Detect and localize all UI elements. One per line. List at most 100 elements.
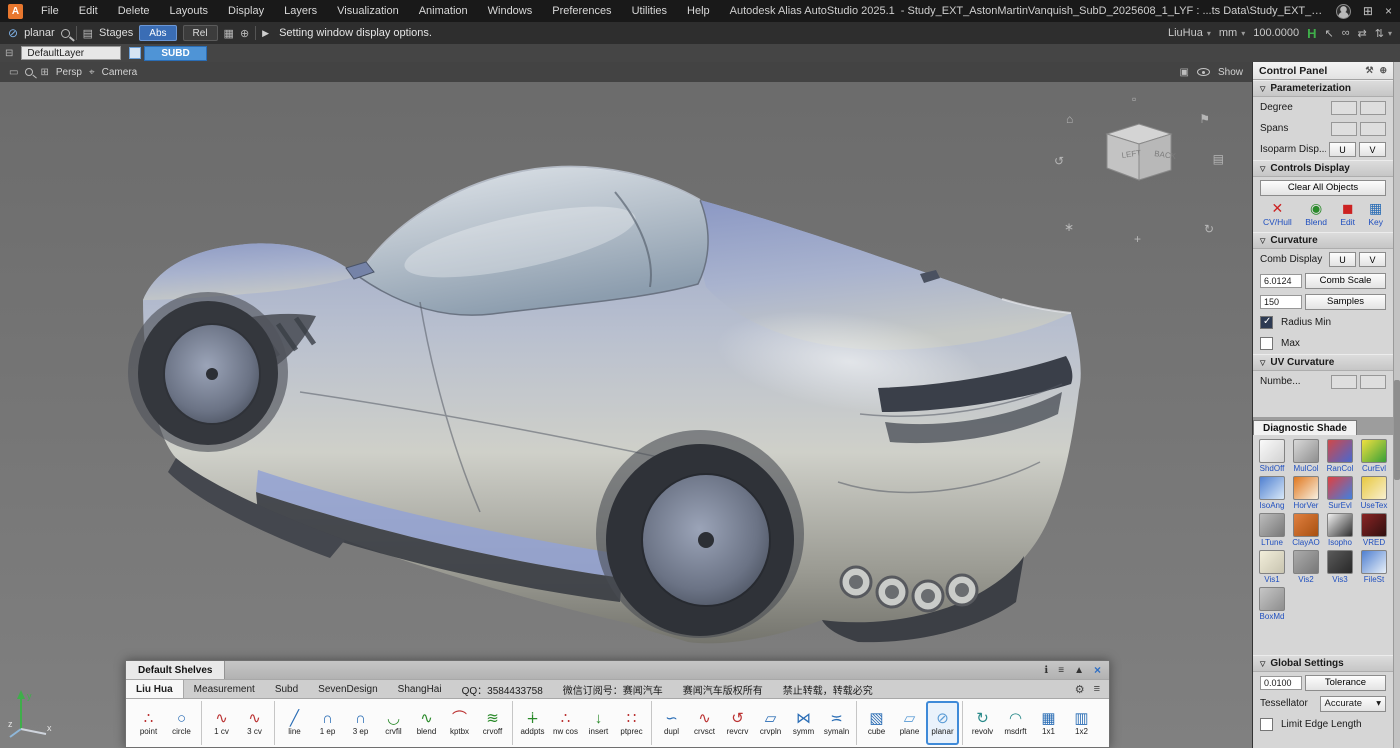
menu-visualization[interactable]: Visualization	[327, 5, 409, 17]
tool-insert[interactable]: ↓ insert	[582, 701, 615, 745]
samples-field[interactable]: 150	[1260, 295, 1302, 309]
tool-nw-cos[interactable]: ∴ nw cos	[549, 701, 582, 745]
viewport-layout-icon[interactable]: ⊞	[40, 67, 48, 78]
tool-revolv[interactable]: ↻ revolv	[966, 701, 999, 745]
section-global-settings[interactable]: ▽ Global Settings	[1253, 655, 1393, 672]
degree-v-field[interactable]	[1360, 101, 1386, 115]
degree-u-field[interactable]	[1331, 101, 1357, 115]
tool-plane[interactable]: ▱ plane	[893, 701, 926, 745]
shade-boxmd-button[interactable]: BoxMd	[1255, 587, 1289, 621]
shade-ltune-button[interactable]: LTune	[1255, 513, 1289, 547]
tolerance-button[interactable]: Tolerance	[1305, 675, 1386, 691]
tool-1-ep[interactable]: ∩ 1 ep	[311, 701, 344, 745]
subd-swatch-icon[interactable]	[129, 47, 141, 59]
tool-3-cv[interactable]: ∿ 3 cv	[238, 701, 271, 745]
viewport-window-icon[interactable]: ▭	[9, 67, 18, 78]
uv-field-1[interactable]	[1331, 375, 1357, 389]
section-parameterization[interactable]: ▽ Parameterization	[1253, 80, 1393, 97]
menu-preferences[interactable]: Preferences	[542, 5, 621, 17]
viewport-camera-label[interactable]: Camera	[102, 67, 138, 78]
link-icon[interactable]: ∞	[1342, 27, 1350, 39]
abs-button[interactable]: Abs	[139, 25, 176, 41]
subd-layer-tab[interactable]: SUBD	[144, 46, 206, 61]
default-layer-tab[interactable]: DefaultLayer	[21, 46, 121, 60]
tool-ptprec[interactable]: ∷ ptprec	[615, 701, 648, 745]
tool-planar[interactable]: ⊘ planar	[926, 701, 959, 745]
shade-filest-button[interactable]: FileSt	[1357, 550, 1391, 584]
camera-icon[interactable]: ⌖	[89, 67, 95, 78]
cv-hull-button[interactable]: ✕ CV/Hull	[1263, 201, 1292, 227]
alias-logo-icon[interactable]: A	[8, 4, 23, 19]
menu-delete[interactable]: Delete	[108, 5, 160, 17]
eye-icon[interactable]	[1197, 68, 1210, 76]
comb-v-button[interactable]: V	[1359, 252, 1386, 267]
section-controls-display[interactable]: ▽ Controls Display	[1253, 160, 1393, 177]
tool-crvpln[interactable]: ▱ crvpln	[754, 701, 787, 745]
section-uv-curvature[interactable]: ▽ UV Curvature	[1253, 354, 1393, 371]
radius-min-checkbox[interactable]	[1260, 316, 1273, 329]
tolerance-field[interactable]: 0.0100	[1260, 676, 1302, 690]
tessellator-select[interactable]: Accurate ▾	[1320, 696, 1387, 712]
tool-3-ep[interactable]: ∩ 3 ep	[344, 701, 377, 745]
shelf-tab-measurement[interactable]: Measurement	[184, 680, 265, 698]
tool-crvsct[interactable]: ∿ crvsct	[688, 701, 721, 745]
tool-1x2[interactable]: ▥ 1x2	[1065, 701, 1098, 745]
pin-icon[interactable]: ⊕	[1379, 65, 1387, 76]
tool-point[interactable]: ∴ point	[132, 701, 165, 745]
panel-scrollbar[interactable]	[1393, 62, 1400, 748]
show-label[interactable]: Show	[1218, 67, 1243, 78]
shade-isoang-button[interactable]: IsoAng	[1255, 476, 1289, 510]
tool-msdrft[interactable]: ◠ msdrft	[999, 701, 1032, 745]
scale-value[interactable]: 100.0000	[1253, 27, 1299, 39]
shelf-tab-subd[interactable]: Subd	[265, 680, 308, 698]
layers-icon[interactable]: ⊟	[5, 48, 13, 59]
search-icon[interactable]	[61, 29, 70, 38]
menu-help[interactable]: Help	[677, 5, 720, 17]
edit-button[interactable]: ◼ Edit	[1340, 201, 1355, 227]
shade-isopho-button[interactable]: Isopho	[1323, 513, 1357, 547]
menu-windows[interactable]: Windows	[478, 5, 543, 17]
cube-lock-icon[interactable]: ▫	[1132, 92, 1136, 106]
tool-crvoff[interactable]: ≋ crvoff	[476, 701, 509, 745]
shelves-window[interactable]: Default Shelves ℹ ≡ ▲ × Liu HuaMeasureme…	[125, 660, 1110, 748]
scrollbar-thumb[interactable]	[1394, 380, 1400, 480]
limit-edge-checkbox[interactable]	[1260, 718, 1273, 731]
menu-layers[interactable]: Layers	[274, 5, 327, 17]
swap-icon[interactable]: ⇄	[1358, 27, 1367, 40]
menu-animation[interactable]: Animation	[409, 5, 478, 17]
rel-button[interactable]: Rel	[183, 25, 218, 41]
view-cube-graphic[interactable]: LEFT BACK	[1054, 106, 1224, 226]
menu-utilities[interactable]: Utilities	[622, 5, 677, 17]
key-button[interactable]: ▦ Key	[1368, 201, 1383, 227]
shade-curevl-button[interactable]: CurEvl	[1357, 439, 1391, 473]
tool-crvfil[interactable]: ◡ crvfil	[377, 701, 410, 745]
menu-display[interactable]: Display	[218, 5, 274, 17]
shelf-tab-shanghai[interactable]: ShangHai	[388, 680, 452, 698]
units-label[interactable]: mm	[1219, 27, 1237, 39]
shade-mulcol-button[interactable]: MulCol	[1289, 439, 1323, 473]
collapse-icon[interactable]: ▲	[1074, 665, 1084, 676]
isoparm-u-button[interactable]: U	[1329, 142, 1356, 157]
menu-icon[interactable]: ≡	[1058, 665, 1064, 676]
samples-button[interactable]: Samples	[1305, 294, 1386, 310]
shade-clayao-button[interactable]: ClayAO	[1289, 513, 1323, 547]
isoparm-v-button[interactable]: V	[1359, 142, 1386, 157]
shade-usetex-button[interactable]: UseTex	[1357, 476, 1391, 510]
comb-scale-field[interactable]: 6.0124	[1260, 274, 1302, 288]
menu-edit[interactable]: Edit	[69, 5, 108, 17]
tool-cube[interactable]: ▧ cube	[860, 701, 893, 745]
shade-vis3-button[interactable]: Vis3	[1323, 550, 1357, 584]
shade-shdoff-button[interactable]: ShdOff	[1255, 439, 1289, 473]
user-avatar-icon[interactable]	[1336, 4, 1351, 19]
tool-dupl[interactable]: ∽ dupl	[655, 701, 688, 745]
frame-icon[interactable]: ▣	[1180, 67, 1189, 78]
shelf-tab-sevendesign[interactable]: SevenDesign	[308, 680, 387, 698]
shade-vred-button[interactable]: VRED	[1357, 513, 1391, 547]
diagnostic-shade-titlebar[interactable]: Diagnostic Shade	[1253, 417, 1393, 435]
viewport-persp-label[interactable]: Persp	[56, 67, 82, 78]
blend-button[interactable]: ◉ Blend	[1305, 201, 1327, 227]
viewport-zoom-icon[interactable]	[25, 68, 33, 76]
shelf-tab-liu-hua[interactable]: Liu Hua	[126, 680, 184, 698]
tool-circle[interactable]: ○ circle	[165, 701, 198, 745]
tool-revcrv[interactable]: ↺ revcrv	[721, 701, 754, 745]
